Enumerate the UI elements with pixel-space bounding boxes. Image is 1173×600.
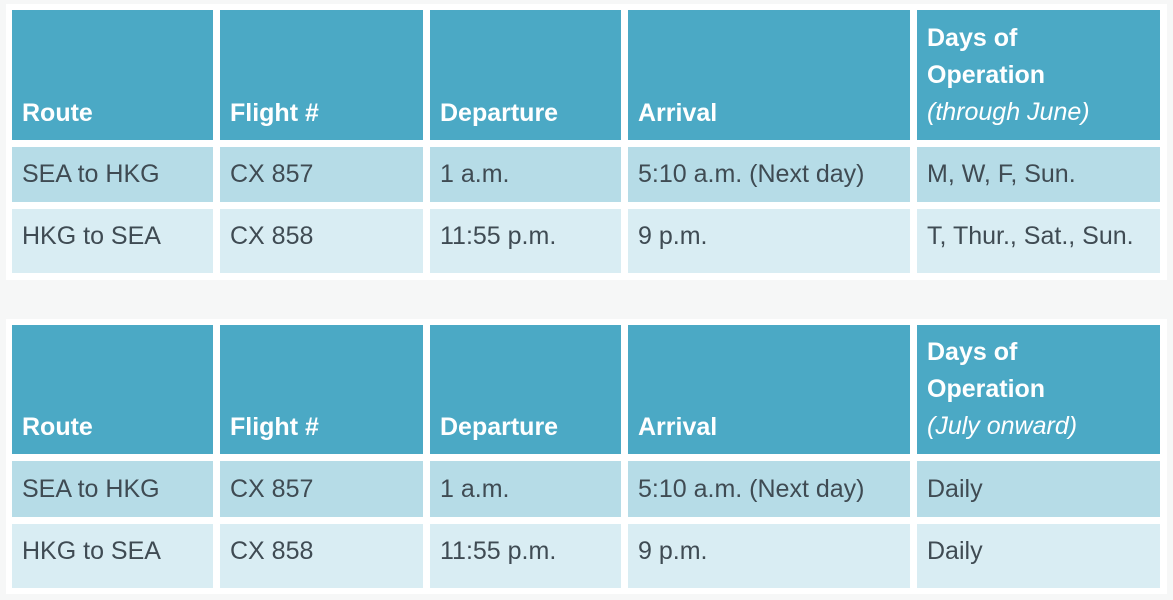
- header-arrival: Arrival: [628, 10, 910, 140]
- cell-route: SEA to HKG: [12, 461, 213, 517]
- schedule-table-july-onward: Route Flight # Departure Arrival Days of…: [6, 319, 1167, 594]
- cell-days: M, W, F, Sun.: [917, 147, 1160, 202]
- cell-departure: 11:55 p.m.: [430, 524, 621, 588]
- cell-arrival: 9 p.m.: [628, 524, 910, 588]
- header-route: Route: [12, 325, 213, 454]
- header-days-of-operation: Days of Operation (through June): [917, 10, 1160, 140]
- header-departure: Departure: [430, 325, 621, 454]
- cell-route: HKG to SEA: [12, 524, 213, 588]
- cell-days: T, Thur., Sat., Sun.: [917, 209, 1160, 273]
- header-route: Route: [12, 10, 213, 140]
- cell-days: Daily: [917, 524, 1160, 588]
- cell-route: HKG to SEA: [12, 209, 213, 273]
- header-days-subtitle: (through June): [927, 98, 1090, 126]
- header-days-line1: Days of: [927, 338, 1018, 366]
- cell-departure: 11:55 p.m.: [430, 209, 621, 273]
- cell-flight: CX 858: [220, 209, 423, 273]
- cell-arrival: 5:10 a.m. (Next day): [628, 147, 910, 202]
- header-days-subtitle: (July onward): [927, 412, 1078, 440]
- header-arrival: Arrival: [628, 325, 910, 454]
- header-flight-number: Flight #: [220, 10, 423, 140]
- cell-arrival: 9 p.m.: [628, 209, 910, 273]
- header-flight-number: Flight #: [220, 325, 423, 454]
- cell-route: SEA to HKG: [12, 147, 213, 202]
- header-departure: Departure: [430, 10, 621, 140]
- header-days-line2: Operation: [927, 61, 1046, 89]
- header-days-of-operation: Days of Operation (July onward): [917, 325, 1160, 454]
- cell-flight: CX 857: [220, 147, 423, 202]
- header-days-line2: Operation: [927, 375, 1046, 403]
- cell-departure: 1 a.m.: [430, 147, 621, 202]
- schedule-table-through-june: Route Flight # Departure Arrival Days of…: [6, 4, 1167, 280]
- header-days-line1: Days of: [927, 24, 1018, 52]
- cell-arrival: 5:10 a.m. (Next day): [628, 461, 910, 517]
- cell-days: Daily: [917, 461, 1160, 517]
- cell-departure: 1 a.m.: [430, 461, 621, 517]
- cell-flight: CX 857: [220, 461, 423, 517]
- cell-flight: CX 858: [220, 524, 423, 588]
